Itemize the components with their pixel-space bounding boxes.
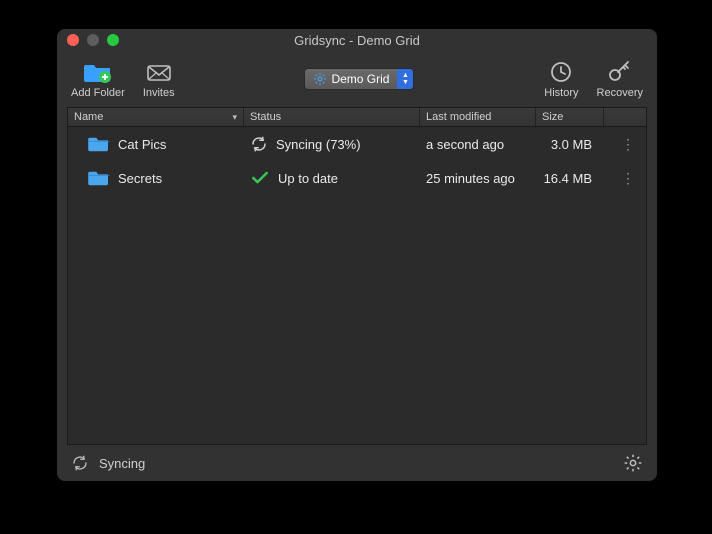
- column-header-size[interactable]: Size: [536, 108, 604, 126]
- window-controls: [67, 34, 119, 46]
- column-header-name[interactable]: Name ▾: [68, 108, 244, 126]
- table-row[interactable]: Cat Pics Syncing (73%) a second ago 3.0 MB ⋮: [68, 127, 646, 161]
- column-headers: Name ▾ Status Last modified Size: [68, 108, 646, 127]
- row-size: 3.0 MB: [551, 137, 592, 152]
- row-menu-button[interactable]: ⋮: [604, 171, 646, 185]
- close-window-button[interactable]: [67, 34, 79, 46]
- row-menu-button[interactable]: ⋮: [604, 137, 646, 151]
- statusbar: Syncing: [57, 445, 657, 481]
- chevron-down-icon: ▾: [232, 112, 237, 123]
- row-status: Syncing (73%): [276, 137, 361, 152]
- folder-icon: [88, 135, 110, 153]
- row-name: Secrets: [118, 171, 162, 186]
- gear-blue-icon: [313, 72, 327, 86]
- app-window: Gridsync - Demo Grid Add Folder: [57, 29, 657, 481]
- table-row[interactable]: Secrets Up to date 25 minutes ago 16.4 MB ⋮: [68, 161, 646, 195]
- kebab-icon: ⋮: [621, 171, 636, 185]
- window-title: Gridsync - Demo Grid: [65, 33, 649, 48]
- column-header-modified[interactable]: Last modified: [420, 108, 536, 126]
- zoom-window-button[interactable]: [107, 34, 119, 46]
- table-body: Cat Pics Syncing (73%) a second ago 3.0 MB ⋮…: [68, 127, 646, 444]
- invites-label: Invites: [143, 87, 175, 99]
- recovery-button[interactable]: Recovery: [597, 59, 643, 99]
- row-modified: 25 minutes ago: [426, 171, 515, 186]
- clock-icon: [547, 59, 575, 85]
- column-name-label: Name: [74, 111, 103, 123]
- key-icon: [606, 59, 634, 85]
- envelope-icon: [145, 59, 173, 85]
- gear-icon: [623, 453, 643, 473]
- column-header-spacer: [604, 108, 646, 126]
- add-folder-icon: [84, 59, 112, 85]
- add-folder-label: Add Folder: [71, 87, 125, 99]
- grid-selector[interactable]: Demo Grid ▲▼: [304, 68, 414, 90]
- status-icon: [250, 168, 270, 188]
- row-size: 16.4 MB: [544, 171, 592, 186]
- statusbar-text: Syncing: [99, 456, 145, 471]
- folder-icon: [88, 169, 110, 187]
- row-modified: a second ago: [426, 137, 504, 152]
- column-header-status[interactable]: Status: [244, 108, 420, 126]
- titlebar: Gridsync - Demo Grid: [57, 29, 657, 51]
- grid-selector-label: Demo Grid: [331, 72, 389, 86]
- history-label: History: [544, 87, 578, 99]
- folder-table: Name ▾ Status Last modified Size Cat Pic…: [67, 107, 647, 445]
- invites-button[interactable]: Invites: [143, 59, 175, 99]
- minimize-window-button[interactable]: [87, 34, 99, 46]
- settings-button[interactable]: [623, 453, 643, 473]
- recovery-label: Recovery: [597, 87, 643, 99]
- add-folder-button[interactable]: Add Folder: [71, 59, 125, 99]
- row-name: Cat Pics: [118, 137, 166, 152]
- sync-icon: [71, 454, 89, 472]
- updown-arrows-icon: ▲▼: [397, 69, 413, 89]
- row-status: Up to date: [278, 171, 338, 186]
- kebab-icon: ⋮: [621, 137, 636, 151]
- history-button[interactable]: History: [544, 59, 578, 99]
- toolbar: Add Folder Invites D: [57, 51, 657, 107]
- status-icon: [250, 135, 268, 153]
